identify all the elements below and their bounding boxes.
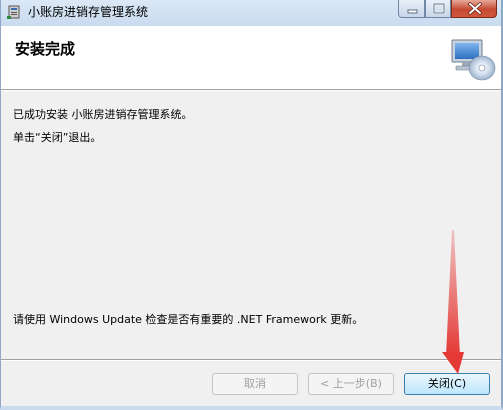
title-bar[interactable]: 小账房进销存管理系统: [0, 0, 503, 26]
content-panel: 已成功安装 小账房进销存管理系统。 单击“关闭”退出。 请使用 Windows …: [1, 91, 501, 359]
back-button[interactable]: < 上一步(B): [308, 373, 394, 395]
window-title: 小账房进销存管理系统: [28, 5, 149, 19]
close-window-button[interactable]: [451, 0, 497, 18]
update-notice: 请使用 Windows Update 检查是否有重要的 .NET Framewo…: [13, 313, 364, 326]
installer-app-icon: [7, 5, 20, 19]
computer-cd-icon: [451, 39, 496, 81]
maximize-icon: [432, 2, 446, 15]
page-title: 安装完成: [15, 40, 76, 58]
close-icon: [468, 2, 482, 15]
cancel-button[interactable]: 取消: [212, 373, 298, 395]
exit-instruction: 单击“关闭”退出。: [13, 131, 102, 144]
button-bar: 取消 < 上一步(B) 关闭(C): [1, 361, 501, 406]
close-button[interactable]: 关闭(C): [404, 373, 490, 395]
minimize-button[interactable]: [398, 0, 425, 18]
maximize-button[interactable]: [425, 0, 451, 18]
minimize-icon: [407, 9, 418, 14]
install-success-message: 已成功安装 小账房进销存管理系统。: [13, 108, 193, 121]
header-panel: 安装完成: [1, 26, 501, 90]
installer-window: 小账房进销存管理系统 安装完成 已成功安装 小账房进销存管理系统。 单击“关闭”…: [0, 0, 503, 410]
